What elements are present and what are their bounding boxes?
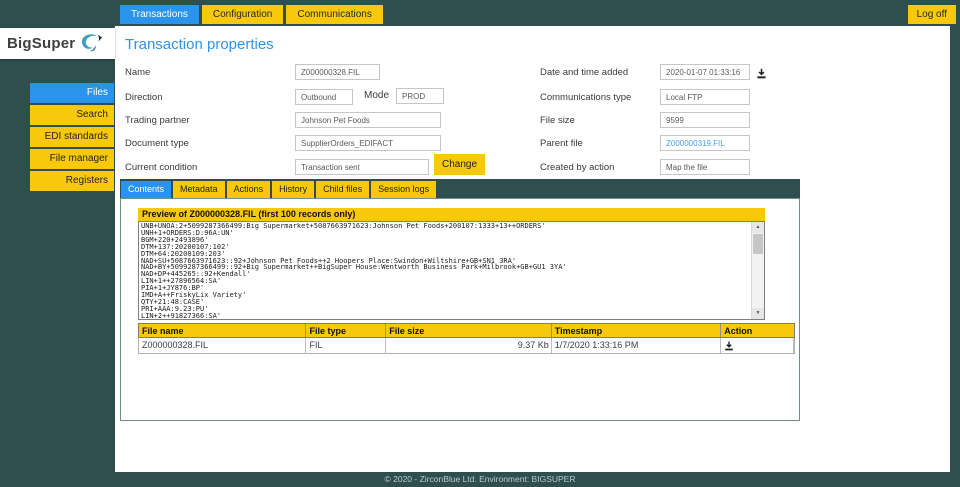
files-table-header: File name File type File size Timestamp … <box>138 323 795 338</box>
file-size-label: File size <box>540 115 575 126</box>
tab-child-files[interactable]: Child files <box>316 181 370 198</box>
sidebar: Files Search EDI standards File manager … <box>30 83 114 193</box>
date-added-input[interactable] <box>660 64 750 80</box>
cell-timestamp: 1/7/2020 1:33:16 PM <box>552 338 722 353</box>
created-by-action-label: Created by action <box>540 162 615 173</box>
mode-label: Mode <box>364 90 390 101</box>
current-condition-label: Current condition <box>125 162 198 173</box>
date-added-label: Date and time added <box>540 67 629 78</box>
trading-partner-input[interactable] <box>295 112 441 128</box>
nav-tab-configuration[interactable]: Configuration <box>201 5 284 24</box>
sidebar-item-registers[interactable]: Registers <box>30 171 114 191</box>
file-size-input[interactable] <box>660 112 750 128</box>
parent-file-link[interactable] <box>660 135 750 151</box>
tab-metadata[interactable]: Metadata <box>173 181 225 198</box>
sidebar-item-file-manager[interactable]: File manager <box>30 149 114 169</box>
logoff-button[interactable]: Log off <box>907 5 956 24</box>
cell-file-size: 9.37 Kb <box>386 338 552 353</box>
scroll-thumb[interactable] <box>753 234 763 254</box>
main-content: Transaction properties Name Direction Mo… <box>115 26 950 472</box>
preview-box: UNB+UNOA:2+5099287366499:Big Supermarket… <box>138 221 765 320</box>
scroll-up-icon[interactable]: ▲ <box>752 222 764 233</box>
direction-input[interactable] <box>295 89 353 105</box>
name-label: Name <box>125 67 151 78</box>
cell-file-type: FIL <box>306 338 387 353</box>
direction-label: Direction <box>125 92 163 103</box>
logo: BigSuper <box>0 28 115 59</box>
logo-text: BigSuper <box>7 35 76 52</box>
top-nav-tabs: Transactions Configuration Communication… <box>120 5 383 24</box>
name-input[interactable] <box>295 64 380 80</box>
document-type-label: Document type <box>125 138 189 149</box>
nav-tab-transactions[interactable]: Transactions <box>120 5 199 24</box>
header-file-size: File size <box>386 324 552 337</box>
page-title: Transaction properties <box>125 36 274 53</box>
tab-history[interactable]: History <box>272 181 315 198</box>
tab-contents[interactable]: Contents <box>121 181 172 198</box>
table-row: Z000000328.FIL FIL 9.37 Kb 1/7/2020 1:33… <box>138 338 795 354</box>
header-action: Action <box>724 326 753 336</box>
tab-actions[interactable]: Actions <box>226 181 271 198</box>
header-file-type: File type <box>306 324 387 337</box>
communications-type-label: Communications type <box>540 92 632 103</box>
cell-file-name: Z000000328.FIL <box>139 338 307 353</box>
logo-swirl-icon <box>79 31 103 57</box>
header-file-name: File name <box>139 324 307 337</box>
footer: © 2020 - ZirconBlue Ltd. Environment: BI… <box>0 472 960 487</box>
change-button[interactable]: Change <box>434 154 485 175</box>
current-condition-input[interactable] <box>295 159 429 175</box>
header-timestamp: Timestamp <box>552 324 722 337</box>
sidebar-item-edi-standards[interactable]: EDI standards <box>30 127 114 147</box>
parent-file-label: Parent file <box>540 138 583 149</box>
cell-action <box>721 338 795 353</box>
communications-type-input[interactable] <box>660 89 750 105</box>
nav-tab-communications[interactable]: Communications <box>286 5 383 24</box>
sidebar-item-files[interactable]: Files <box>30 83 114 103</box>
tab-session-logs[interactable]: Session logs <box>371 181 437 198</box>
detail-tabs: Contents Metadata Actions History Child … <box>120 179 800 198</box>
preview-title: Preview of Z000000328.FIL (first 100 rec… <box>138 208 765 221</box>
preview-scrollbar[interactable]: ▲ ▼ <box>751 222 764 319</box>
footer-text: © 2020 - ZirconBlue Ltd. Environment: BI… <box>384 474 576 484</box>
preview-content[interactable]: UNB+UNOA:2+5099287366499:Big Supermarket… <box>141 223 750 319</box>
trading-partner-label: Trading partner <box>125 115 190 126</box>
scroll-down-icon[interactable]: ▼ <box>752 308 764 319</box>
sidebar-item-search[interactable]: Search <box>30 105 114 125</box>
document-type-input[interactable] <box>295 135 441 151</box>
download-icon[interactable] <box>756 66 767 84</box>
mode-input[interactable] <box>396 88 444 104</box>
files-table: File name File type File size Timestamp … <box>138 323 795 354</box>
download-icon[interactable] <box>724 341 734 353</box>
created-by-action-input[interactable] <box>660 159 750 175</box>
